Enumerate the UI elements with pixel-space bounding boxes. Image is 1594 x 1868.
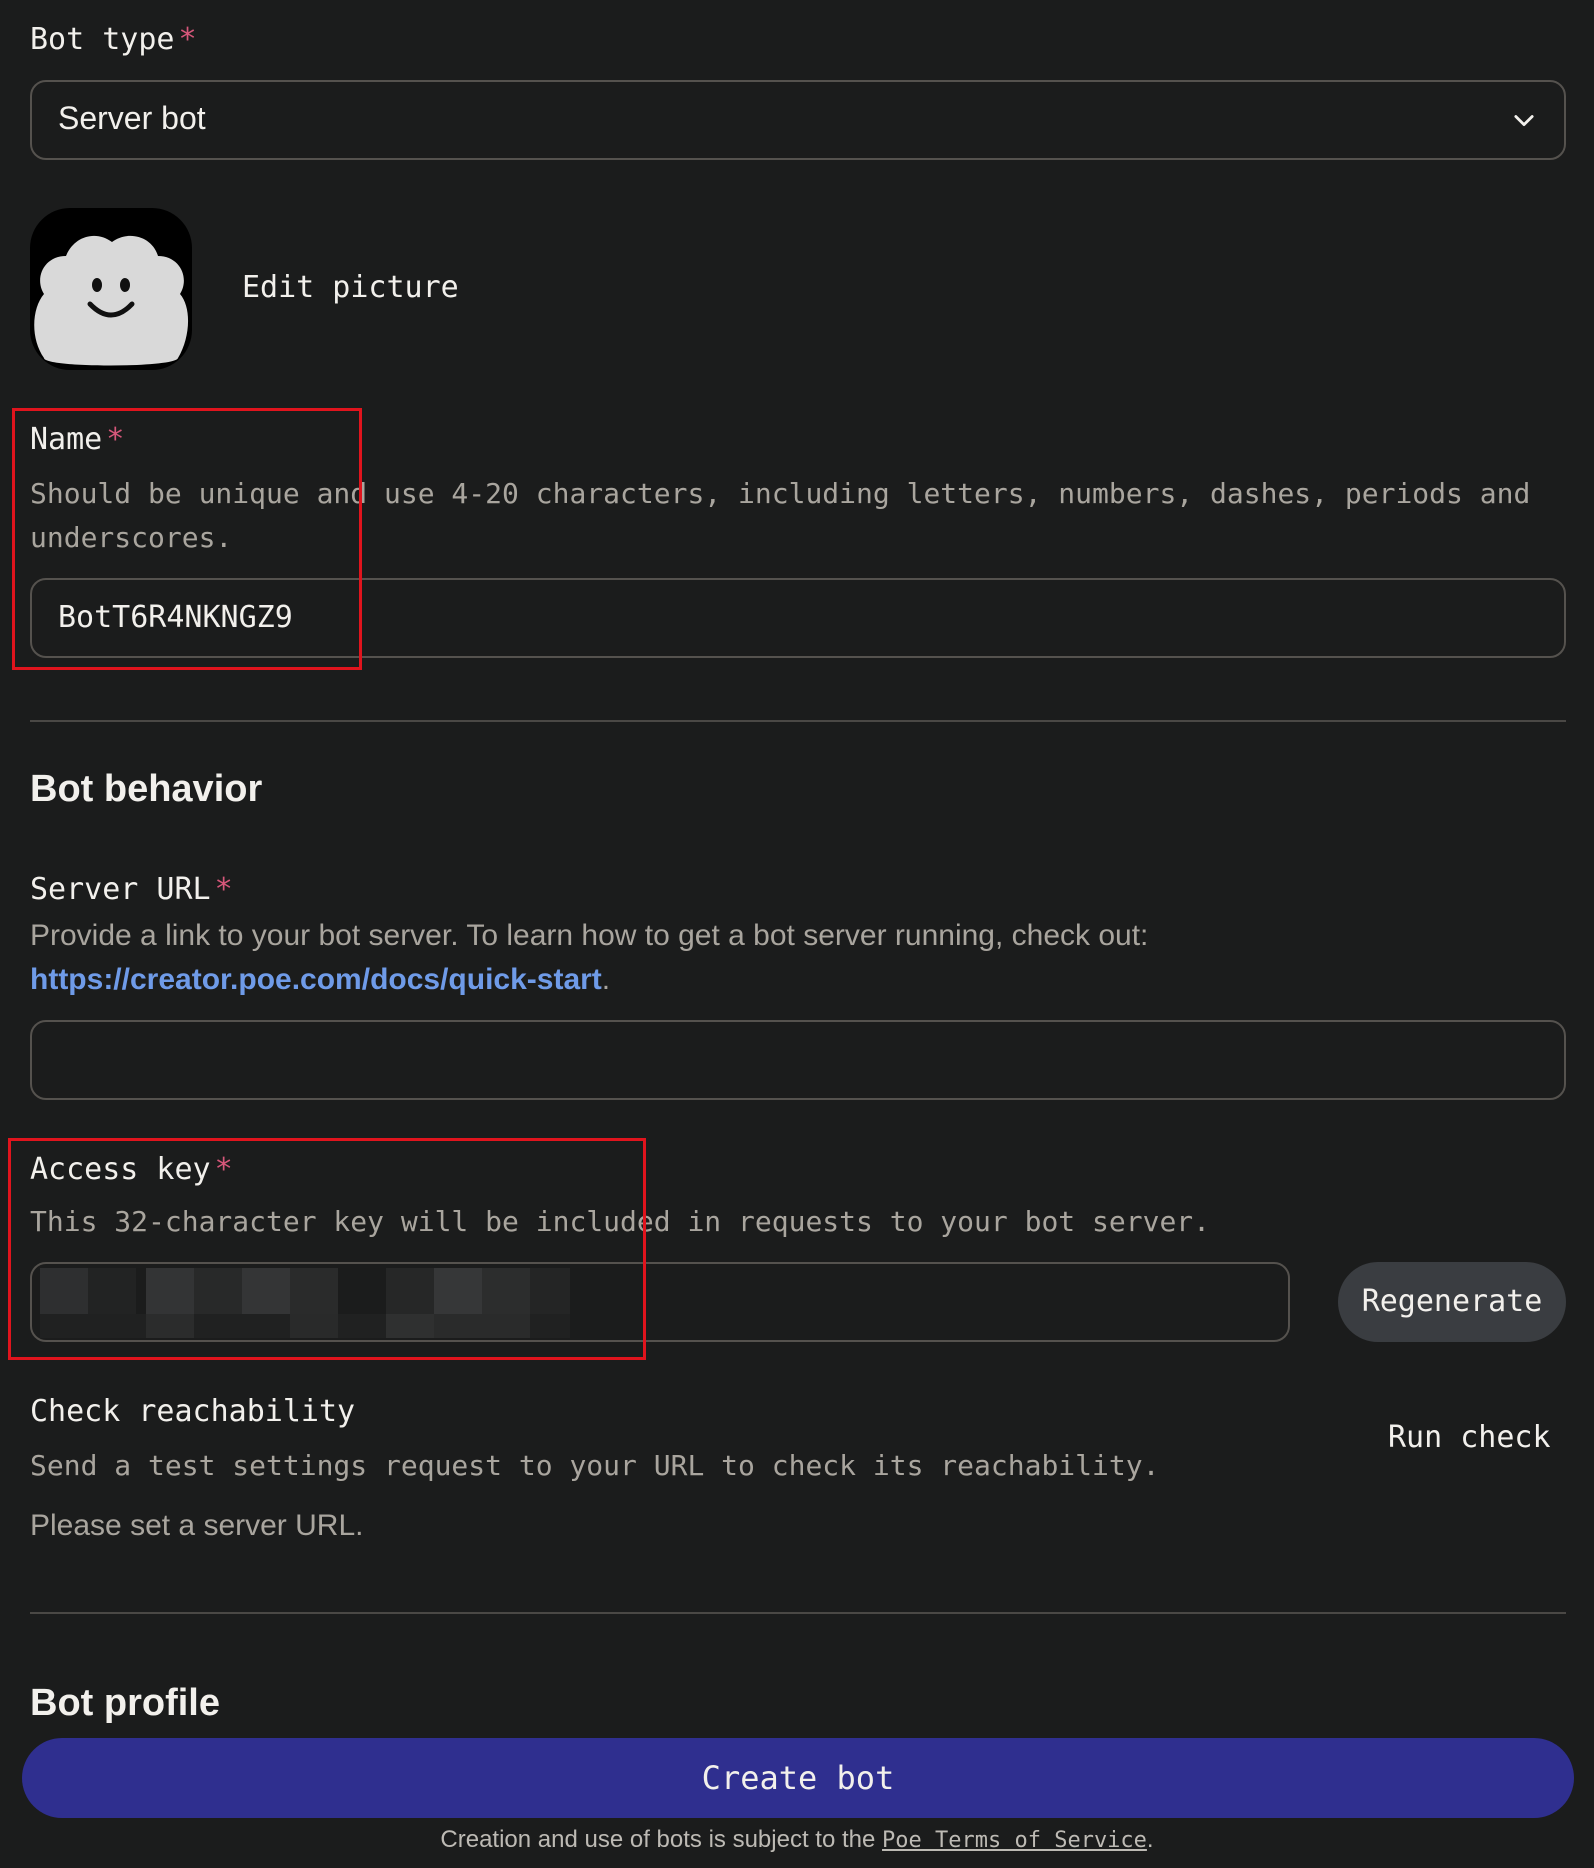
avatar-face-icon <box>34 235 189 366</box>
bot-type-selected: Server bot <box>58 100 206 136</box>
bot-type-select[interactable]: Server bot <box>30 80 1566 160</box>
reachability-label: Check reachability <box>30 1394 356 1429</box>
server-url-input[interactable] <box>30 1020 1566 1100</box>
reachability-hint: Send a test settings request to your URL… <box>30 1449 1160 1482</box>
bot-avatar[interactable] <box>30 208 192 370</box>
run-check-button[interactable]: Run check <box>1388 1420 1551 1455</box>
create-bot-button[interactable]: Create bot <box>22 1738 1574 1818</box>
server-url-label: Server URL * <box>30 872 233 907</box>
bot-type-label: Bot type * <box>30 22 197 57</box>
terms-notice: Creation and use of bots is subject to t… <box>440 1826 1154 1853</box>
access-key-highlight-box <box>8 1138 646 1360</box>
regenerate-button[interactable]: Regenerate <box>1338 1262 1566 1342</box>
terms-of-service-link[interactable]: Poe Terms of Service <box>882 1828 1147 1853</box>
divider <box>30 1612 1566 1614</box>
bot-behavior-heading: Bot behavior <box>30 768 263 810</box>
server-url-hint: Provide a link to your bot server. To le… <box>30 919 1149 996</box>
quick-start-link[interactable]: https://creator.poe.com/docs/quick-start <box>30 963 602 996</box>
required-mark: * <box>214 872 233 907</box>
chevron-down-icon <box>1514 115 1534 127</box>
divider <box>30 720 1566 722</box>
required-mark: * <box>178 22 197 57</box>
edit-picture-button[interactable]: Edit picture <box>242 270 459 305</box>
reachability-status: Please set a server URL. <box>30 1509 364 1542</box>
name-highlight-box <box>12 408 362 670</box>
bot-profile-heading: Bot profile <box>30 1682 220 1724</box>
create-bot-form: Bot type * Server bot Edit picture Name * … <box>0 0 1594 1868</box>
